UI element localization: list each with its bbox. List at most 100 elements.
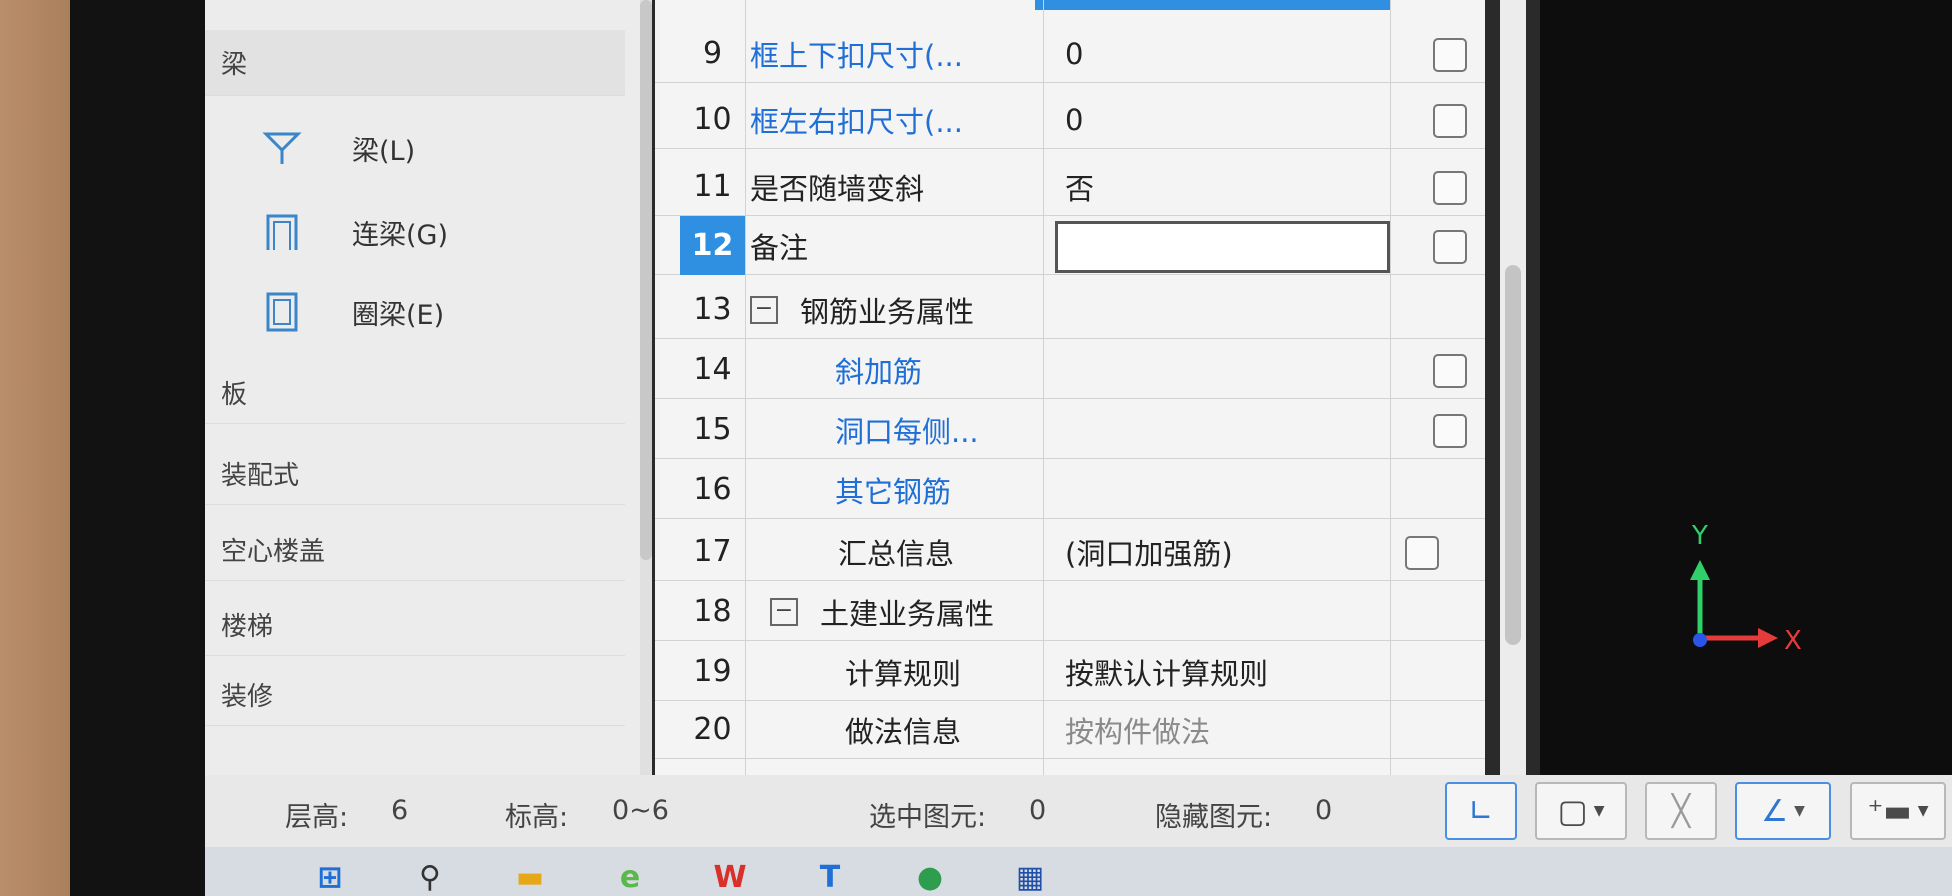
x-axis-label: X — [1784, 626, 1802, 656]
property-value[interactable]: 0 — [1055, 24, 1390, 83]
property-value[interactable]: 0 — [1055, 90, 1390, 149]
app-green-icon[interactable]: ● — [910, 859, 950, 896]
ortho-icon: ∟ — [1468, 793, 1494, 829]
elevation-value: 0~6 — [612, 795, 669, 826]
group-label: 土建业务属性 — [820, 596, 995, 631]
property-value[interactable] — [1055, 400, 1390, 459]
category-label: 装配式 — [221, 461, 300, 491]
grid-row[interactable]: 17 汇总信息 (洞口加强筋) — [655, 522, 1485, 581]
group-header: − 钢筋业务属性 — [750, 280, 1050, 339]
row-number: 17 — [693, 534, 732, 569]
origin-dot — [1693, 633, 1707, 647]
windows-start-icon[interactable]: ⊞ — [310, 859, 350, 896]
wps-icon[interactable]: W — [710, 859, 750, 896]
property-value[interactable]: 按构件做法 — [1055, 700, 1390, 759]
property-value[interactable]: 按默认计算规则 — [1055, 642, 1390, 701]
group-label: 钢筋业务属性 — [800, 294, 975, 329]
windows-taskbar: ⊞ ⚲ ▬ e W T ● ▦ — [205, 847, 1952, 896]
selected-count-value: 0 — [1029, 795, 1047, 826]
app-calculator-icon[interactable]: ▦ — [1010, 859, 1050, 896]
category-label: 空心楼盖 — [221, 537, 326, 567]
row-number: 15 — [693, 412, 732, 447]
property-value[interactable]: (洞口加强筋) — [1055, 522, 1390, 581]
file-explorer-icon[interactable]: ▬ — [510, 859, 550, 896]
category-label: 板 — [221, 380, 248, 410]
grid-row[interactable]: 14 斜加筋 — [655, 340, 1485, 399]
grid-row-group[interactable]: 13 − 钢筋业务属性 — [655, 280, 1485, 339]
ring-beam-icon — [266, 292, 298, 332]
grid-row[interactable]: 9 框上下扣尺寸(... 0 — [655, 24, 1485, 83]
angle-icon: ∠ — [1761, 793, 1789, 829]
grid-row[interactable]: 16 其它钢筋 — [655, 460, 1485, 519]
property-name: 是否随墙变斜 — [750, 171, 925, 206]
search-icon[interactable]: ⚲ — [410, 859, 450, 896]
category-hollow-floor[interactable]: 空心楼盖 — [205, 519, 625, 581]
chevron-down-icon: ▼ — [1917, 803, 1929, 819]
category-stairs[interactable]: 楼梯 — [205, 594, 625, 656]
category-decoration[interactable]: 装修 — [205, 664, 625, 726]
category-prefab[interactable]: 装配式 — [205, 443, 625, 505]
app-t-icon[interactable]: T — [810, 859, 850, 896]
property-value[interactable]: 否 — [1055, 157, 1390, 216]
ortho-mode-button[interactable]: ∟ — [1445, 782, 1517, 840]
selected-count-label: 选中图元: — [869, 802, 987, 833]
plus-minus-icon: ⁺▬ — [1867, 793, 1912, 829]
row-number: 12 — [680, 216, 745, 275]
row-number: 14 — [693, 352, 732, 387]
tree-scrollbar-thumb[interactable] — [640, 0, 652, 560]
property-value[interactable] — [1055, 460, 1390, 519]
elevation-label: 标高: — [505, 802, 569, 833]
property-value[interactable] — [1055, 340, 1390, 399]
chevron-down-icon: ▼ — [1794, 803, 1805, 819]
row-number: 9 — [702, 36, 723, 71]
tree-item-beam[interactable]: 梁(L) — [205, 112, 625, 184]
y-axis-label: Y — [1691, 521, 1708, 551]
collapse-icon[interactable]: − — [750, 295, 778, 324]
property-name: 框左右扣尺寸(... — [750, 104, 963, 139]
grid-row[interactable]: 11 是否随墙变斜 否 — [655, 157, 1485, 216]
category-slab[interactable]: 板 — [205, 362, 625, 424]
grid-row[interactable]: 10 框左右扣尺寸(... 0 — [655, 90, 1485, 149]
attach-checkbox[interactable] — [1433, 171, 1467, 205]
tree-item-ring-beam[interactable]: 圈梁(E) — [205, 276, 625, 348]
attach-checkbox[interactable] — [1405, 536, 1439, 570]
attach-checkbox[interactable] — [1433, 38, 1467, 72]
hidden-count-value: 0 — [1315, 795, 1333, 826]
grid-row-group[interactable]: 18 − 土建业务属性 — [655, 582, 1485, 641]
grid-row[interactable]: 15 洞口每侧... — [655, 400, 1485, 459]
tree-item-label: 圈梁(E) — [352, 299, 445, 331]
remark-input[interactable] — [1055, 221, 1390, 273]
property-name: 做法信息 — [845, 714, 962, 749]
row-number: 18 — [693, 594, 732, 629]
attach-checkbox[interactable] — [1433, 354, 1467, 388]
chevron-down-icon: ▼ — [1593, 803, 1605, 819]
grid-row[interactable]: 20 做法信息 按构件做法 — [655, 700, 1485, 759]
category-beam[interactable]: 梁 — [205, 30, 625, 96]
hidden-count-label: 隐藏图元: — [1155, 802, 1273, 833]
monitor-bezel — [70, 0, 210, 896]
property-name: 洞口每侧... — [835, 414, 979, 449]
cross-button[interactable]: ╳ — [1645, 782, 1717, 840]
rectangle-select-icon: ▢ — [1557, 792, 1588, 830]
grid-row[interactable]: 19 计算规则 按默认计算规则 — [655, 642, 1485, 701]
browser-icon[interactable]: e — [610, 859, 650, 896]
coupling-beam-icon — [266, 214, 298, 250]
grid-row-selected[interactable]: 12 备注 — [655, 216, 1485, 275]
property-name: 其它钢筋 — [835, 474, 952, 509]
selection-box-button[interactable]: ▢ ▼ — [1535, 782, 1627, 840]
angle-button[interactable]: ∠ ▼ — [1735, 782, 1831, 840]
collapse-icon[interactable]: − — [770, 597, 798, 626]
status-bar: 层高: 6 标高: 0~6 选中图元: 0 隐藏图元: 0 ∟ ▢ ▼ ╳ ∠ … — [205, 775, 1952, 847]
beam-icon — [262, 132, 302, 164]
tree-item-coupling-beam[interactable]: 连梁(G) — [205, 196, 625, 268]
row-number: 20 — [693, 712, 732, 747]
category-label: 梁 — [221, 50, 248, 80]
offset-button[interactable]: ⁺▬ ▼ — [1850, 782, 1946, 840]
selected-header-strip — [1035, 0, 1390, 10]
attach-checkbox[interactable] — [1433, 414, 1467, 448]
attach-checkbox[interactable] — [1433, 104, 1467, 138]
grid-scrollbar-thumb[interactable] — [1505, 265, 1521, 645]
attach-checkbox[interactable] — [1433, 230, 1467, 264]
row-number: 19 — [693, 654, 732, 689]
property-name: 备注 — [750, 230, 809, 265]
